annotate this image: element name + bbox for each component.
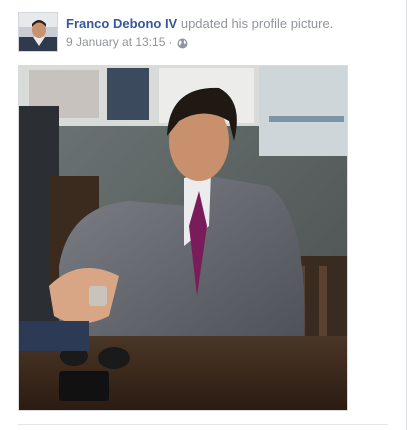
meta-separator: · <box>168 35 173 49</box>
header-text: Franco Debono IV updated his profile pic… <box>66 12 333 50</box>
story-meta: 9 January at 13:15 · <box>66 34 333 50</box>
feed-story: Franco Debono IV updated his profile pic… <box>0 0 407 430</box>
timestamp-link[interactable]: 9 January at 13:15 <box>66 34 165 50</box>
author-name-link[interactable]: Franco Debono IV <box>66 16 177 31</box>
story-divider <box>18 424 388 425</box>
story-action-text: updated his profile picture. <box>177 16 334 31</box>
story-title: Franco Debono IV updated his profile pic… <box>66 16 333 32</box>
profile-picture-photo[interactable] <box>18 65 348 411</box>
author-avatar[interactable] <box>18 12 58 52</box>
globe-icon[interactable] <box>177 37 188 48</box>
story-header: Franco Debono IV updated his profile pic… <box>18 12 333 54</box>
